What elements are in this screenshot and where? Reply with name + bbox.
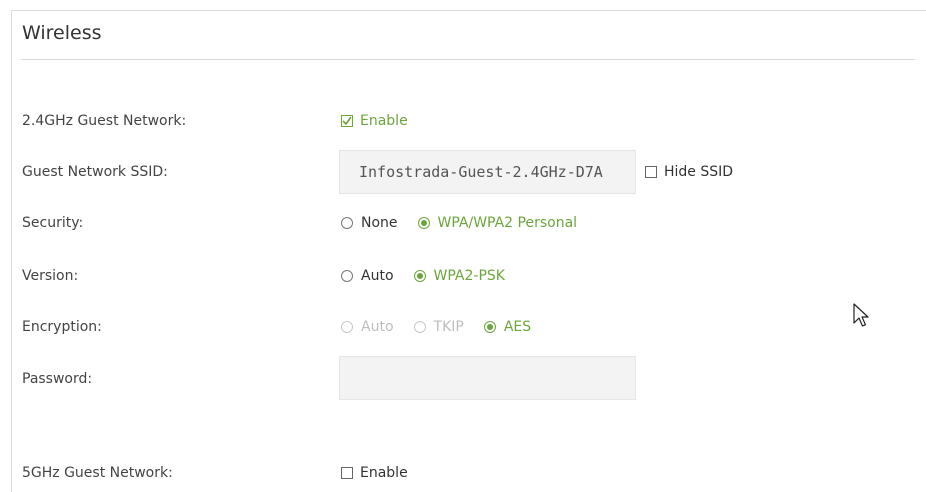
- encryption-radio-group: Auto TKIP AES: [341, 319, 551, 335]
- radio-disabled-icon: [413, 321, 426, 333]
- encryption-option-tkip: TKIP: [413, 319, 464, 335]
- checkbox-unchecked-icon: [341, 467, 353, 479]
- encryption-option-aes-label: AES: [503, 319, 532, 335]
- radio-selected-icon: [417, 217, 430, 229]
- encryption-label: Encryption:: [22, 319, 102, 335]
- radio-unselected-icon: [341, 217, 353, 229]
- version-option-auto-label: Auto: [361, 268, 394, 284]
- guest24-enable-label: Enable: [360, 113, 408, 129]
- panel-title: Wireless: [22, 22, 102, 44]
- title-divider: [21, 59, 915, 60]
- hide-ssid-label: Hide SSID: [664, 164, 734, 180]
- guest24-label: 2.4GHz Guest Network:: [22, 113, 187, 129]
- radio-selected-icon: [413, 270, 426, 282]
- security-label: Security:: [22, 215, 84, 231]
- security-option-wpa-label: WPA/WPA2 Personal: [437, 215, 578, 231]
- security-option-none-label: None: [361, 215, 398, 231]
- guest24-enable-checkbox[interactable]: Enable: [341, 113, 408, 129]
- guest5-enable-checkbox[interactable]: Enable: [341, 465, 408, 481]
- version-option-wpa2psk-label: WPA2-PSK: [433, 268, 505, 284]
- checkbox-checked-icon: [341, 115, 353, 127]
- guest5-label: 5GHz Guest Network:: [22, 465, 173, 481]
- radio-unselected-icon: [341, 270, 353, 282]
- version-option-wpa2psk[interactable]: WPA2-PSK: [413, 268, 505, 284]
- password-input[interactable]: [339, 356, 636, 400]
- radio-disabled-icon: [341, 321, 353, 333]
- version-option-auto[interactable]: Auto: [341, 268, 394, 284]
- version-radio-group: Auto WPA2-PSK: [341, 268, 525, 284]
- version-label: Version:: [22, 268, 79, 284]
- encryption-option-tkip-label: TKIP: [433, 319, 464, 335]
- encryption-option-auto: Auto: [341, 319, 394, 335]
- security-option-wpa[interactable]: WPA/WPA2 Personal: [417, 215, 578, 231]
- guest5-enable-label: Enable: [360, 465, 408, 481]
- encryption-option-aes[interactable]: AES: [483, 319, 532, 335]
- security-radio-group: None WPA/WPA2 Personal: [341, 215, 597, 231]
- mouse-pointer-icon: [853, 303, 869, 333]
- ssid-label: Guest Network SSID:: [22, 164, 168, 180]
- ssid-input[interactable]: Infostrada-Guest-2.4GHz-D7A: [339, 150, 636, 194]
- security-option-none[interactable]: None: [341, 215, 398, 231]
- hide-ssid-checkbox[interactable]: Hide SSID: [645, 164, 733, 180]
- checkbox-unchecked-icon: [645, 166, 657, 178]
- wireless-panel: [11, 10, 926, 492]
- password-label: Password:: [22, 371, 93, 387]
- radio-selected-icon: [483, 321, 496, 333]
- encryption-option-auto-label: Auto: [361, 319, 394, 335]
